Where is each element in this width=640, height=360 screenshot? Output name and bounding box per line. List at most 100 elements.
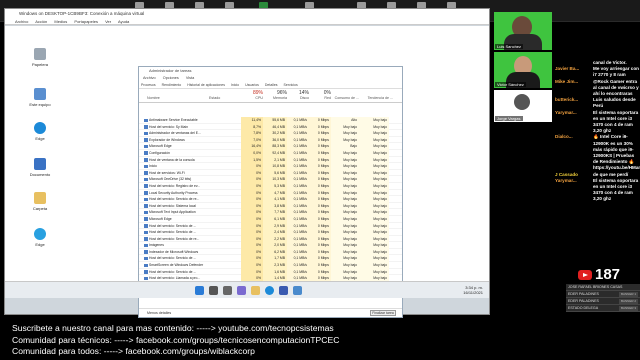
col-disk[interactable]: 14% Disco bbox=[287, 90, 309, 100]
process-disk: 0,1 MB/s bbox=[287, 262, 309, 269]
process-row[interactable]: SmartScreen de Windows Defender 0% 2,3 MB 0… bbox=[139, 262, 402, 269]
banner-item-name: ESTADO DELEGA bbox=[568, 306, 599, 310]
process-name: Host del servicio: Sy Main bbox=[149, 124, 189, 129]
process-net: 0 Mbps bbox=[309, 189, 331, 197]
video-tile-1[interactable]: Luis Sanchez bbox=[494, 12, 552, 50]
process-row[interactable]: Administrador de ventanas del E... 7,8% 30… bbox=[139, 130, 402, 137]
tm-menu-opciones[interactable]: Opciones bbox=[163, 76, 179, 80]
col-trend[interactable]: Tendencia de ... bbox=[359, 96, 393, 100]
task-manager-icon[interactable] bbox=[293, 286, 302, 295]
process-row[interactable]: Host del servicio: Servicio de ... 0% 1,6 … bbox=[139, 268, 402, 276]
process-row[interactable]: Host del servicio: Servicio de re... 0% 4,… bbox=[139, 196, 402, 203]
process-row[interactable]: Imágenes 0% 2,0 MB 0,1 MB/s 0 Mbps Muy bajo Mu… bbox=[139, 242, 402, 249]
start-icon[interactable] bbox=[195, 286, 204, 295]
tab-detalles[interactable]: Detalles bbox=[265, 83, 278, 87]
process-row[interactable]: Host del servicio: Servicio de ... 0% 2,4 … bbox=[139, 229, 402, 236]
process-net: 0 Mbps bbox=[309, 130, 331, 137]
rd-menu-ver[interactable]: Ver bbox=[105, 19, 111, 24]
tab-procesos[interactable]: Procesos bbox=[141, 83, 156, 87]
fewer-details-link[interactable]: Menos detalles bbox=[147, 311, 171, 315]
chat-message: Yarymar... El sistema soportara en un Int… bbox=[555, 178, 640, 203]
taskbar-clock[interactable]: 3:34 p. m. 16/11/2021 bbox=[463, 285, 483, 295]
process-row[interactable]: Host del servicio: Sy Main 8,7% 46,4 MB 0,1… bbox=[139, 123, 402, 131]
process-row[interactable]: Host del servicio: Servicio de ... 0% 2,9 … bbox=[139, 222, 402, 230]
col-net[interactable]: 0% Red bbox=[309, 90, 331, 100]
tm-menu-vista[interactable]: Vista bbox=[186, 76, 194, 80]
process-name: Indexador de Microsoft Windows bbox=[149, 249, 199, 254]
desktop-icon-recycle[interactable]: Papelera bbox=[25, 48, 55, 67]
desktop-icon-doc[interactable]: Documento bbox=[25, 158, 55, 177]
process-row[interactable]: Local Security Authority Process 0% 4,7 MB… bbox=[139, 189, 402, 197]
banner-item[interactable]: ESTADO DELEGA BANNER 3 bbox=[566, 305, 640, 312]
process-disk: 0,1 MB/s bbox=[287, 169, 309, 177]
process-row[interactable]: Antimalware Service Executable 11,4% 55,6 … bbox=[139, 117, 402, 124]
file-explorer-icon[interactable] bbox=[251, 286, 260, 295]
col-cpu[interactable]: 89% CPU bbox=[241, 90, 263, 100]
process-row[interactable]: Microsoft Text Input Application 0% 7,7 MB… bbox=[139, 209, 402, 216]
process-row[interactable]: Host de servicios: Wi-Fi 0% 5,6 MB 0,1 MB/s… bbox=[139, 169, 402, 177]
process-row[interactable]: Host del servicio: Servicio de re... 0% 2,… bbox=[139, 235, 402, 243]
process-icon bbox=[144, 158, 148, 162]
process-row[interactable]: Host de ventana de la consola 1,5% 2,1 MB 0… bbox=[139, 156, 402, 164]
task-view-icon[interactable] bbox=[223, 286, 232, 295]
widgets-icon[interactable] bbox=[237, 286, 246, 295]
process-row[interactable]: Explorador de Windows 7,0% 36,0 MB 0,1 MB/s… bbox=[139, 136, 402, 144]
process-row[interactable]: Configuración 0,0% 92,4 MB 0,1 MB/s 0 Mbps Mu… bbox=[139, 149, 402, 157]
tm-menu-archivo[interactable]: Archivo bbox=[143, 76, 156, 80]
process-net: 0 Mbps bbox=[309, 235, 331, 243]
banner-item[interactable]: EDER PALADINES BANNER 1 bbox=[566, 291, 640, 298]
process-row[interactable]: Microsoft OneDrive (32 bits) 0% 10,3 MB 0,1… bbox=[139, 176, 402, 183]
video-tile-3[interactable]: Jorge Vargas bbox=[494, 90, 552, 122]
process-row[interactable]: Microsoft Edge 16,4% 88,3 MB 0,1 MB/s 0 Mbps… bbox=[139, 143, 402, 150]
process-power: Muy bajo bbox=[331, 215, 359, 223]
process-disk: 0,1 MB/s bbox=[287, 242, 309, 249]
process-power: Muy bajo bbox=[331, 242, 359, 249]
banner-item-tag[interactable]: BANNER 1 bbox=[618, 292, 638, 297]
store-icon[interactable] bbox=[279, 286, 288, 295]
tab-inicio[interactable]: Inicio bbox=[231, 83, 239, 87]
banner-item[interactable]: JOSE RAFAEL BRIONES CASAS bbox=[566, 284, 640, 291]
tab-usuarios[interactable]: Usuarios bbox=[245, 83, 259, 87]
process-mem: 2,3 MB bbox=[263, 262, 287, 269]
process-cpu: 0% bbox=[241, 202, 263, 210]
desktop-icon-pc[interactable]: Este equipo bbox=[25, 88, 55, 107]
tab-rendimiento[interactable]: Rendimiento bbox=[162, 83, 182, 87]
end-task-button[interactable]: Finalizar tarea bbox=[370, 310, 396, 316]
process-name: Host del servicio: Servicio de ... bbox=[149, 256, 197, 261]
col-status[interactable]: Estado bbox=[209, 96, 220, 100]
banner-item-tag[interactable]: BANNER 3 bbox=[618, 306, 638, 311]
edge-icon[interactable] bbox=[265, 286, 274, 295]
rd-menu-archivo[interactable]: Archivo bbox=[15, 19, 28, 24]
col-power[interactable]: Consumo de ... bbox=[331, 96, 359, 100]
process-row[interactable]: Host del servicio: Sistema local 0% 3,8 MB… bbox=[139, 202, 402, 210]
process-row[interactable]: Indexador de Microsoft Windows 0% 6,2 MB 0,… bbox=[139, 248, 402, 256]
tab-historial[interactable]: Historial de aplicaciones bbox=[187, 83, 225, 87]
edge-icon bbox=[34, 228, 46, 240]
video-tile-2[interactable]: Victor Sánchez bbox=[494, 52, 552, 88]
tm-tabs: Procesos Rendimiento Historial de aplica… bbox=[139, 82, 402, 89]
process-row[interactable]: Inicio 0% 10,8 MB 0,1 MB/s 0 Mbps Muy bajo Muy… bbox=[139, 163, 402, 170]
live-chat: canal de Victor. Javier Ba... Me voy arrie… bbox=[555, 60, 640, 278]
desktop-icon-folder[interactable]: Carpeta bbox=[25, 192, 55, 211]
chat-text: Me voy arriesgar con i7 2770 y 8 ram bbox=[593, 66, 639, 78]
banner-item-name: EDER PALADINES bbox=[568, 299, 599, 303]
process-trend: Muy bajo bbox=[359, 149, 389, 157]
process-power: Muy bajo bbox=[331, 149, 359, 157]
process-row[interactable]: Host del servicio: Servicio de ... 0% 1,7 … bbox=[139, 255, 402, 263]
rd-menu-accion[interactable]: Acción bbox=[35, 19, 47, 24]
process-row[interactable]: Host del servicio: Registro de ev... 0% 5,… bbox=[139, 182, 402, 190]
desktop-icon-edge2[interactable]: Edge bbox=[25, 228, 55, 247]
rd-menu-portapapeles[interactable]: Portapapeles bbox=[74, 19, 98, 24]
banner-item-tag[interactable]: BANNER 2 bbox=[618, 299, 638, 304]
tab-servicios[interactable]: Servicios bbox=[284, 83, 298, 87]
rd-menu-ayuda[interactable]: Ayuda bbox=[118, 19, 129, 24]
process-row[interactable]: Microsoft Edge 0% 6,1 MB 0,1 MB/s 0 Mbps Muy … bbox=[139, 215, 402, 223]
desktop-icon-edge[interactable]: Edge bbox=[25, 122, 55, 141]
viewer-count: 187 bbox=[595, 266, 621, 283]
col-mem[interactable]: 96% Memoria bbox=[263, 90, 287, 100]
banner-item[interactable]: EDER PALADINES BANNER 2 bbox=[566, 298, 640, 305]
col-name[interactable]: Nombre bbox=[147, 96, 160, 100]
search-icon[interactable] bbox=[209, 286, 218, 295]
rd-menu-medios[interactable]: Medios bbox=[54, 19, 67, 24]
process-mem: 30,2 MB bbox=[263, 130, 287, 137]
